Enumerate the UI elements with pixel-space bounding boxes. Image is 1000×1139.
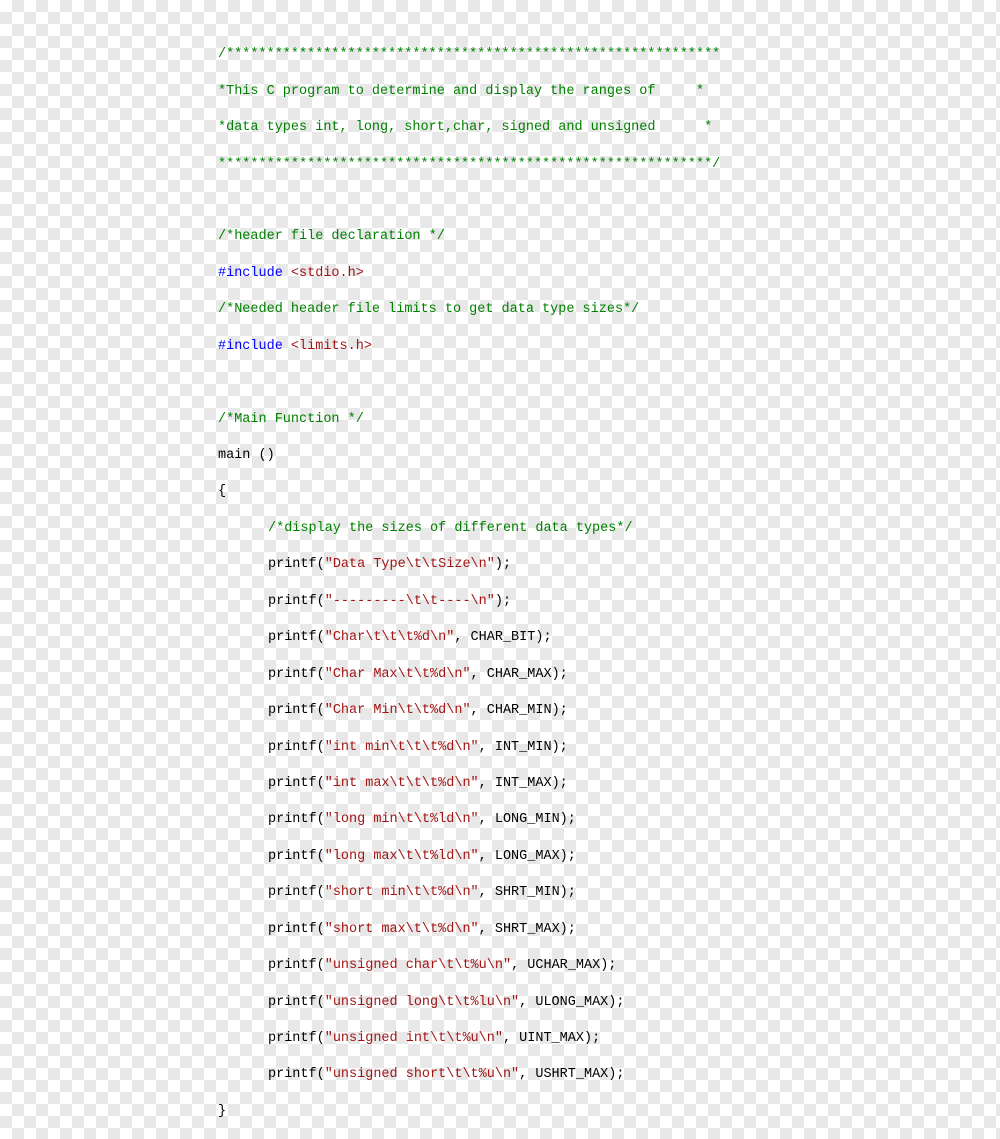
include-file: <stdio.h> bbox=[291, 266, 364, 281]
main-signature: main () bbox=[218, 447, 1000, 465]
printf-line: printf("Char Min\t\t%d\n", CHAR_MIN); bbox=[218, 702, 1000, 720]
printf-line: printf("short max\t\t%d\n", SHRT_MAX); bbox=[218, 921, 1000, 939]
printf-line: printf("long max\t\t%ld\n", LONG_MAX); bbox=[218, 848, 1000, 866]
include-stdio: #include <stdio.h> bbox=[218, 265, 1000, 283]
comment-header-decl: /*header file declaration */ bbox=[218, 228, 1000, 246]
header-comment-l3: *data types int, long, short,char, signe… bbox=[218, 119, 1000, 137]
printf-line: printf("unsigned long\t\t%lu\n", ULONG_M… bbox=[218, 994, 1000, 1012]
comment-display: /*display the sizes of different data ty… bbox=[218, 520, 1000, 538]
printf-line: printf("unsigned int\t\t%u\n", UINT_MAX)… bbox=[218, 1030, 1000, 1048]
include-limits: #include <limits.h> bbox=[218, 338, 1000, 356]
printf-line: printf("unsigned short\t\t%u\n", USHRT_M… bbox=[218, 1066, 1000, 1084]
printf-line: printf("long min\t\t%ld\n", LONG_MIN); bbox=[218, 811, 1000, 829]
header-comment-l4: ****************************************… bbox=[218, 156, 1000, 174]
printf-line: printf("Data Type\t\tSize\n"); bbox=[218, 556, 1000, 574]
printf-line: printf("---------\t\t----\n"); bbox=[218, 593, 1000, 611]
comment-needed: /*Needed header file limits to get data … bbox=[218, 301, 1000, 319]
include-keyword: #include bbox=[218, 266, 283, 281]
printf-line: printf("short min\t\t%d\n", SHRT_MIN); bbox=[218, 884, 1000, 902]
brace-close: } bbox=[218, 1103, 1000, 1121]
include-keyword: #include bbox=[218, 339, 283, 354]
include-file: <limits.h> bbox=[291, 339, 372, 354]
header-comment-l2: *This C program to determine and display… bbox=[218, 83, 1000, 101]
printf-line: printf("int max\t\t\t%d\n", INT_MAX); bbox=[218, 775, 1000, 793]
printf-line: printf("Char\t\t\t%d\n", CHAR_BIT); bbox=[218, 629, 1000, 647]
printf-line: printf("int min\t\t\t%d\n", INT_MIN); bbox=[218, 739, 1000, 757]
header-comment-l1: /***************************************… bbox=[218, 46, 1000, 64]
comment-main: /*Main Function */ bbox=[218, 411, 1000, 429]
code-block: /***************************************… bbox=[0, 0, 1000, 1139]
printf-line: printf("unsigned char\t\t%u\n", UCHAR_MA… bbox=[218, 957, 1000, 975]
printf-line: printf("Char Max\t\t%d\n", CHAR_MAX); bbox=[218, 666, 1000, 684]
brace-open: { bbox=[218, 483, 1000, 501]
